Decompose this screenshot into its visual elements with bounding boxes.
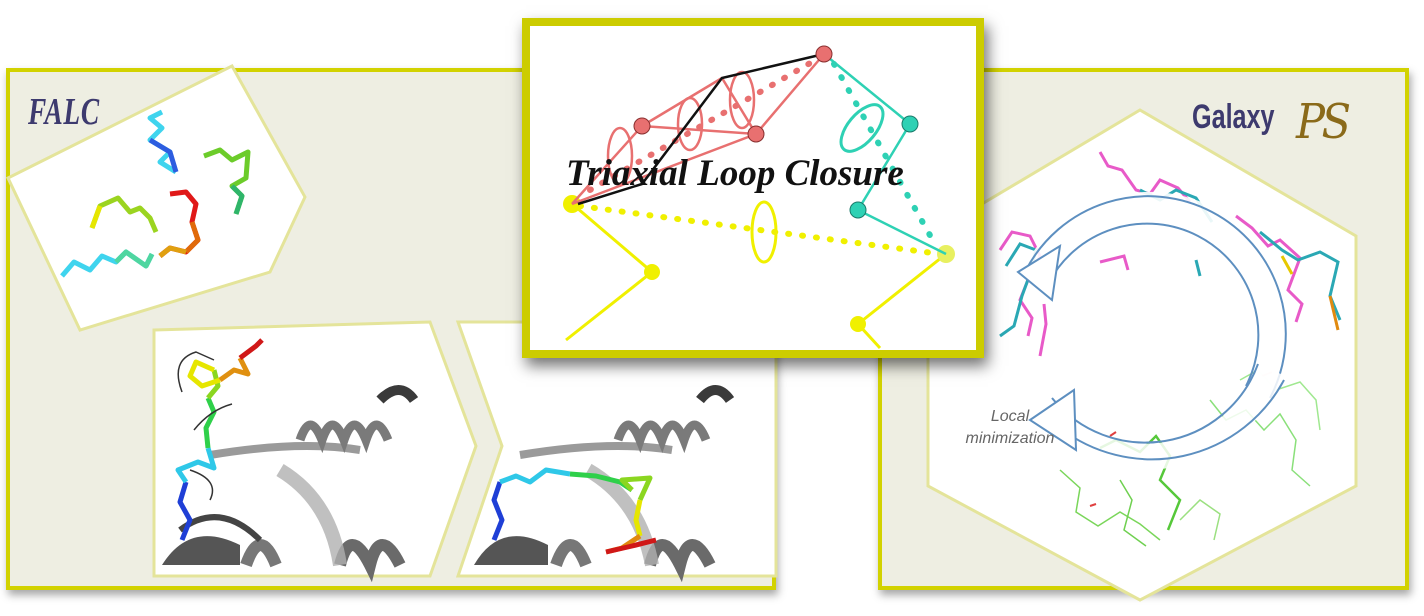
triaxial-loop-diagram xyxy=(563,45,955,350)
triaxial-loop-closure-title: Triaxial Loop Closure xyxy=(566,153,904,194)
